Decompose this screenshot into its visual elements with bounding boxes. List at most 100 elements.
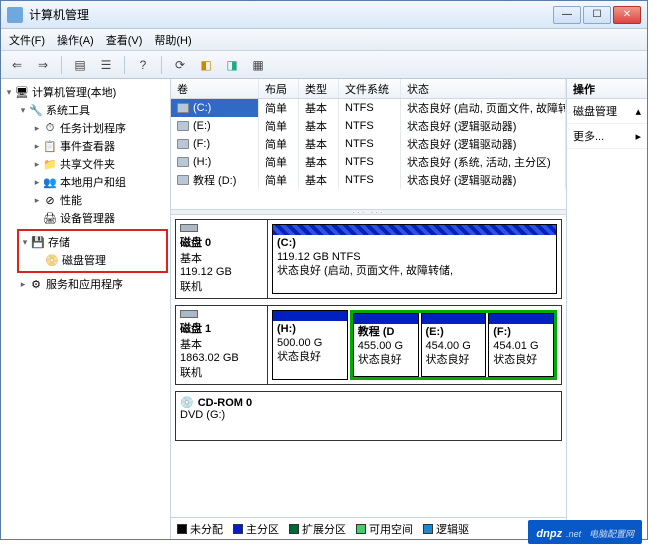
close-button[interactable]: ✕ [613, 6, 641, 24]
highlighted-storage-section: ▾💾存储 📀磁盘管理 [17, 229, 168, 273]
tree-storage[interactable]: ▾💾存储 [19, 233, 166, 251]
partition-d[interactable]: 教程 (D455.00 G状态良好 [353, 313, 419, 377]
partition-e[interactable]: (E:)454.00 G状态良好 [421, 313, 487, 377]
action1-button[interactable]: ◧ [196, 55, 216, 75]
actions-more[interactable]: 更多...▸ [567, 124, 647, 149]
diskmgmt-icon: 📀 [45, 253, 59, 267]
col-type[interactable]: 类型 [299, 79, 339, 98]
expand-icon[interactable]: ▸ [31, 177, 43, 188]
volume-row[interactable]: 教程 (D:)简单基本NTFS状态良好 (逻辑驱动器) [171, 171, 566, 189]
partition-c[interactable]: (C:) 119.12 GB NTFS 状态良好 (启动, 页面文件, 故障转储… [272, 224, 557, 294]
content: ▾ 🖥 计算机管理(本地) ▾ 🔧 系统工具 ▸⏱任务计划程序 ▸📋事件查看器 … [1, 79, 647, 539]
menu-view[interactable]: 查看(V) [106, 32, 143, 48]
forward-button[interactable]: ⇒ [33, 55, 53, 75]
window-buttons: — ☐ ✕ [553, 6, 641, 24]
expand-icon[interactable]: ▸ [31, 123, 43, 134]
disk-row-cd[interactable]: 💿CD-ROM 0 DVD (G:) [175, 391, 562, 441]
watermark: dnpz.net 电脑配置网 [528, 520, 642, 544]
collapse-icon[interactable]: ▾ [3, 87, 15, 98]
expand-icon[interactable]: ▸ [31, 195, 43, 206]
highlighted-partitions: 教程 (D455.00 G状态良好 (E:)454.00 G状态良好 (F:)4… [350, 310, 557, 380]
tree-system-tools[interactable]: ▾ 🔧 系统工具 [17, 101, 168, 119]
legend-extended-icon [289, 524, 299, 534]
col-layout[interactable]: 布局 [259, 79, 299, 98]
actions-header: 操作 [567, 79, 647, 99]
collapse-icon[interactable]: ▾ [17, 105, 29, 116]
volume-icon [177, 175, 189, 185]
volume-icon [177, 103, 189, 113]
maximize-button[interactable]: ☐ [583, 6, 611, 24]
cdrom-icon: 💿 [180, 396, 194, 409]
legend-free-icon [356, 524, 366, 534]
tree-disk-mgmt[interactable]: 📀磁盘管理 [33, 251, 166, 269]
disk-0-header: 磁盘 0 基本 119.12 GB 联机 [176, 220, 268, 298]
volume-icon [177, 157, 189, 167]
tree-root[interactable]: ▾ 🖥 计算机管理(本地) [3, 83, 168, 101]
tree-event-viewer[interactable]: ▸📋事件查看器 [31, 137, 168, 155]
clock-icon: ⏱ [43, 121, 57, 135]
settings-button[interactable]: ▦ [248, 55, 268, 75]
tools-icon: 🔧 [29, 103, 43, 117]
partition-h[interactable]: (H:)500.00 G状态良好 [272, 310, 348, 380]
tree-root-label: 计算机管理(本地) [32, 84, 116, 100]
event-icon: 📋 [43, 139, 57, 153]
volume-row[interactable]: (E:)简单基本NTFS状态良好 (逻辑驱动器) [171, 117, 566, 135]
refresh-button[interactable]: ⟳ [170, 55, 190, 75]
tree-performance[interactable]: ▸⊘性能 [31, 191, 168, 209]
volume-list[interactable]: 卷 布局 类型 文件系统 状态 (C:)简单基本NTFS状态良好 (启动, 页面… [171, 79, 566, 209]
chevron-up-icon: ▴ [635, 105, 641, 118]
col-fs[interactable]: 文件系统 [339, 79, 401, 98]
properties-button[interactable]: ☰ [96, 55, 116, 75]
volume-row[interactable]: (C:)简单基本NTFS状态良好 (启动, 页面文件, 故障转储 [171, 99, 566, 117]
app-icon [7, 7, 23, 23]
show-hide-tree-button[interactable]: ▤ [70, 55, 90, 75]
actions-pane: 操作 磁盘管理▴ 更多...▸ [567, 79, 647, 539]
expand-icon[interactable]: ▸ [31, 141, 43, 152]
menu-help[interactable]: 帮助(H) [154, 32, 191, 48]
disk-row-0[interactable]: 磁盘 0 基本 119.12 GB 联机 (C:) 119.12 GB NTFS… [175, 219, 562, 299]
perf-icon: ⊘ [43, 193, 57, 207]
tree-task-scheduler[interactable]: ▸⏱任务计划程序 [31, 119, 168, 137]
tree-local-users[interactable]: ▸👥本地用户和组 [31, 173, 168, 191]
window-title: 计算机管理 [29, 6, 553, 23]
volume-list-header: 卷 布局 类型 文件系统 状态 [171, 79, 566, 99]
cdrom-header: 💿CD-ROM 0 DVD (G:) [176, 392, 561, 440]
storage-icon: 💾 [31, 235, 45, 249]
expand-icon[interactable]: ▸ [31, 159, 43, 170]
col-volume[interactable]: 卷 [171, 79, 259, 98]
actions-disk-mgmt[interactable]: 磁盘管理▴ [567, 99, 647, 124]
menubar: 文件(F) 操作(A) 查看(V) 帮助(H) [1, 29, 647, 51]
menu-file[interactable]: 文件(F) [9, 32, 45, 48]
disk-graphical-view[interactable]: 磁盘 0 基本 119.12 GB 联机 (C:) 119.12 GB NTFS… [171, 215, 566, 517]
volume-row[interactable]: (H:)简单基本NTFS状态良好 (系统, 活动, 主分区) [171, 153, 566, 171]
partition-f[interactable]: (F:)454.01 G状态良好 [488, 313, 554, 377]
disk-management-pane: 卷 布局 类型 文件系统 状态 (C:)简单基本NTFS状态良好 (启动, 页面… [171, 79, 567, 539]
disk-1-header: 磁盘 1 基本 1863.02 GB 联机 [176, 306, 268, 384]
legend-primary-icon [233, 524, 243, 534]
menu-action[interactable]: 操作(A) [57, 32, 94, 48]
collapse-icon[interactable]: ▾ [19, 237, 31, 248]
minimize-button[interactable]: — [553, 6, 581, 24]
legend: 未分配 主分区 扩展分区 可用空间 逻辑驱 [171, 517, 566, 539]
legend-logical-icon [423, 524, 433, 534]
folder-icon: 📁 [43, 157, 57, 171]
services-icon: ⚙ [29, 277, 43, 291]
back-button[interactable]: ⇐ [7, 55, 27, 75]
col-status[interactable]: 状态 [401, 79, 566, 98]
disk-row-1[interactable]: 磁盘 1 基本 1863.02 GB 联机 (H:)500.00 G状态良好 教… [175, 305, 562, 385]
computer-icon: 🖥 [15, 85, 29, 99]
legend-unalloc-icon [177, 524, 187, 534]
action2-button[interactable]: ◨ [222, 55, 242, 75]
toolbar: ⇐ ⇒ ▤ ☰ ? ⟳ ◧ ◨ ▦ [1, 51, 647, 79]
volume-icon [177, 139, 189, 149]
tree-shared-folders[interactable]: ▸📁共享文件夹 [31, 155, 168, 173]
navigation-tree[interactable]: ▾ 🖥 计算机管理(本地) ▾ 🔧 系统工具 ▸⏱任务计划程序 ▸📋事件查看器 … [1, 79, 171, 539]
tree-services-apps[interactable]: ▸⚙服务和应用程序 [17, 275, 168, 293]
volume-icon [177, 121, 189, 131]
tree-device-mgr[interactable]: 🖨设备管理器 [31, 209, 168, 227]
titlebar[interactable]: 计算机管理 — ☐ ✕ [1, 1, 647, 29]
chevron-right-icon: ▸ [635, 130, 641, 143]
expand-icon[interactable]: ▸ [17, 279, 29, 290]
help-button[interactable]: ? [133, 55, 153, 75]
volume-row[interactable]: (F:)简单基本NTFS状态良好 (逻辑驱动器) [171, 135, 566, 153]
